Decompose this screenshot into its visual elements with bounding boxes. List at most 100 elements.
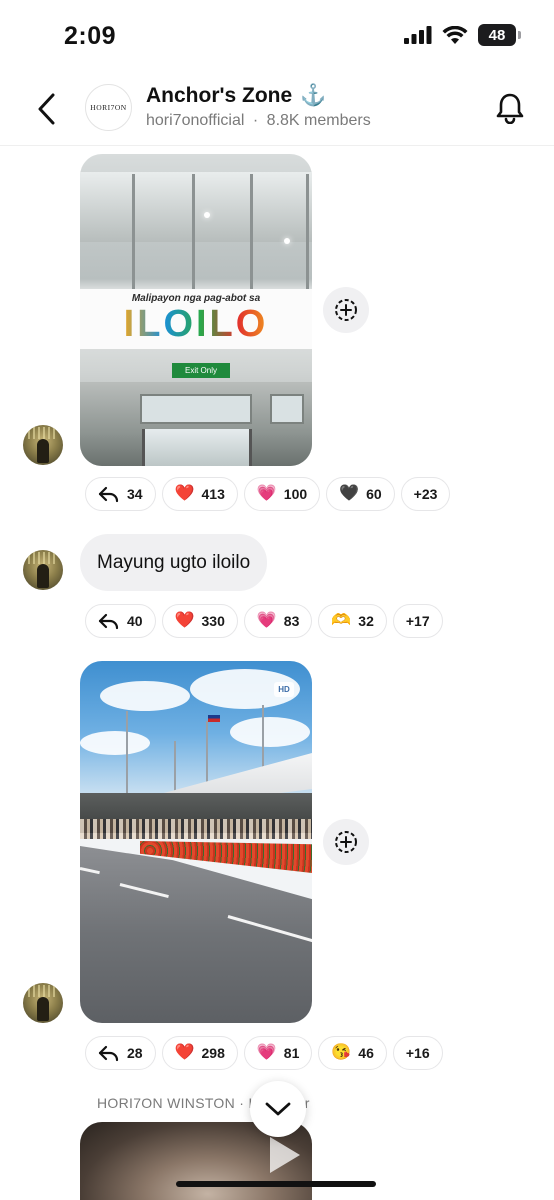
reaction-count: 81 (283, 1045, 300, 1061)
chevron-down-icon (265, 1102, 291, 1116)
photo-flag (208, 715, 220, 722)
photo-window (270, 394, 304, 424)
reply-count-chip[interactable]: 40 (85, 604, 156, 638)
add-circle-dashed-icon (335, 831, 357, 853)
photo-road (80, 846, 312, 1023)
reaction-chip-black-heart[interactable]: 🖤 60 (326, 477, 395, 511)
anchor-icon: ⚓ (300, 84, 327, 107)
photo-window (140, 394, 252, 424)
reaction-row: 40 ❤️ 330 💗 83 🫶 32 +17 (85, 604, 443, 638)
red-heart-icon: ❤️ (174, 1044, 195, 1061)
more-reactions-count: +23 (413, 486, 438, 502)
reply-icon (98, 485, 120, 503)
reaction-count: 330 (201, 613, 225, 629)
pink-heart-icon: 💗 (256, 485, 277, 502)
photo-cloud (100, 681, 190, 711)
red-heart-icon: ❤️ (174, 612, 195, 629)
separator-dot: · (252, 112, 259, 129)
banner-title: ILOILO (80, 303, 312, 345)
battery-level: 48 (488, 26, 506, 44)
black-heart-icon: 🖤 (339, 485, 360, 502)
photo-window-frame (132, 174, 135, 289)
channel-avatar-text: HORI7ON (90, 103, 127, 112)
reaction-count: 100 (283, 486, 308, 502)
reply-count: 28 (127, 1045, 143, 1061)
reply-icon (98, 612, 120, 630)
photo-crowd (80, 819, 312, 839)
channel-avatar[interactable]: HORI7ON (85, 84, 132, 131)
reply-icon (98, 1044, 120, 1062)
wifi-icon (442, 25, 468, 44)
sender-avatar[interactable] (23, 425, 63, 465)
battery-icon: 48 (478, 24, 521, 46)
reaction-chip-heart[interactable]: ❤️ 413 (161, 477, 238, 511)
sender-avatar[interactable] (23, 983, 63, 1023)
separator-dot: · (239, 1095, 245, 1111)
photo-ceiling-light (204, 212, 210, 218)
notifications-button[interactable] (490, 88, 530, 128)
member-count: 8.8K members (266, 112, 371, 129)
home-indicator (176, 1181, 376, 1187)
message-bubble[interactable]: Mayung ugto iloilo (80, 534, 268, 591)
reply-count: 34 (127, 486, 143, 502)
reply-count: 40 (127, 613, 143, 629)
reaction-count: 83 (283, 613, 300, 629)
message-photo-arrival-hall[interactable]: Malipayon nga pag-abot sa ILOILO Exit On… (80, 154, 312, 466)
reaction-chip-pink-heart[interactable]: 💗 100 (243, 477, 321, 511)
photo-ceiling (80, 172, 312, 242)
reaction-count: 32 (358, 613, 374, 629)
bell-icon (496, 93, 524, 124)
status-time: 2:09 (64, 22, 117, 50)
photo-window-frame (306, 174, 309, 289)
photo-ceiling-light (284, 238, 290, 244)
red-heart-icon: ❤️ (174, 485, 195, 502)
reaction-count: 413 (201, 486, 225, 502)
exit-sign: Exit Only (172, 363, 230, 378)
back-button[interactable] (30, 89, 64, 129)
add-circle-dashed-icon (335, 299, 357, 321)
photo-welcome-banner: Malipayon nga pag-abot sa ILOILO (80, 289, 312, 349)
reaction-chip-pink-heart[interactable]: 💗 81 (243, 1036, 313, 1070)
photo-cloud (230, 717, 310, 747)
reaction-count: 298 (201, 1045, 225, 1061)
status-bar: 2:09 48 (0, 0, 554, 72)
photo-cloud (80, 731, 150, 755)
reaction-row: 28 ❤️ 298 💗 81 😘 46 +16 (85, 1036, 443, 1070)
reaction-chip-kiss[interactable]: 😘 46 (318, 1036, 387, 1070)
channel-handle: hori7onofficial (146, 112, 245, 129)
more-reactions-chip[interactable]: +16 (392, 1036, 443, 1070)
channel-title[interactable]: Anchor's Zone ⚓ (146, 84, 326, 108)
forward-button[interactable] (323, 287, 369, 333)
reply-count-chip[interactable]: 28 (85, 1036, 156, 1070)
pink-heart-icon: 💗 (256, 1044, 277, 1061)
photo-doorway (142, 429, 252, 466)
reaction-row: 34 ❤️ 413 💗 100 🖤 60 +23 (85, 477, 451, 511)
reaction-count: 46 (358, 1045, 374, 1061)
sender-avatar[interactable] (23, 550, 63, 590)
reaction-chip-heart[interactable]: ❤️ 330 (161, 604, 238, 638)
hd-badge: HD (274, 682, 294, 697)
channel-name: Anchor's Zone (146, 84, 293, 107)
channel-header: HORI7ON Anchor's Zone ⚓ hori7onofficial … (0, 72, 554, 146)
reaction-count: 60 (366, 486, 382, 502)
heart-hands-icon: 🫶 (331, 612, 352, 629)
status-icons: 48 (404, 24, 521, 46)
chevron-left-icon (38, 93, 55, 125)
scroll-to-bottom-button[interactable] (250, 1081, 306, 1137)
message-photo-airport-exterior[interactable]: HD (80, 661, 312, 1023)
photo-window-frame (192, 174, 195, 289)
more-reactions-chip[interactable]: +17 (392, 604, 443, 638)
cellular-signal-icon (404, 26, 432, 44)
reaction-chip-heart[interactable]: ❤️ 298 (161, 1036, 238, 1070)
reply-count-chip[interactable]: 34 (85, 477, 156, 511)
more-reactions-chip[interactable]: +23 (400, 477, 451, 511)
forward-button[interactable] (323, 819, 369, 865)
blowing-kiss-icon: 😘 (331, 1044, 352, 1061)
more-reactions-count: +16 (405, 1045, 430, 1061)
more-reactions-count: +17 (405, 613, 430, 629)
reaction-chip-heart-hands[interactable]: 🫶 32 (318, 604, 387, 638)
reaction-chip-pink-heart[interactable]: 💗 83 (243, 604, 313, 638)
channel-subtitle: hori7onofficial · 8.8K members (146, 112, 371, 130)
play-icon (270, 1137, 300, 1173)
pink-heart-icon: 💗 (256, 612, 277, 629)
